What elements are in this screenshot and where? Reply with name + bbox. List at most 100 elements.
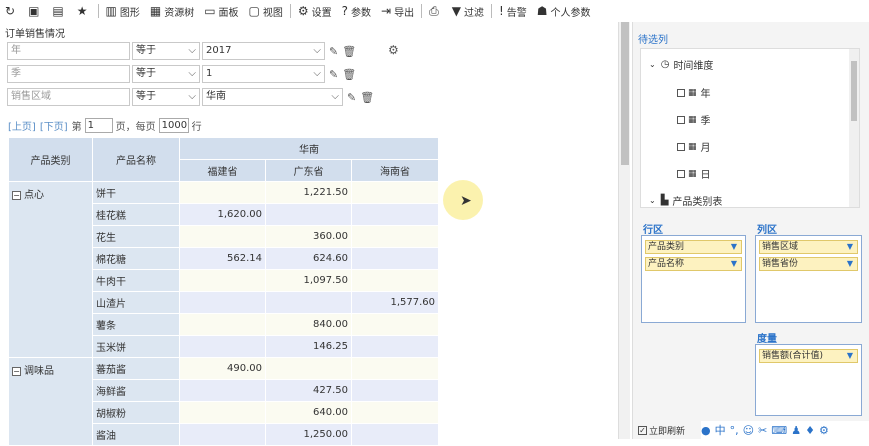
collapse-icon[interactable]: − [12, 367, 21, 376]
scrollbar-thumb[interactable] [851, 61, 857, 121]
filter-value-select[interactable]: 2017 ⌵ [202, 42, 325, 60]
filter-value-select[interactable]: 华南 ⌵ [202, 88, 343, 106]
star-button[interactable]: ★ [72, 0, 96, 22]
toolbar-button[interactable]: ! 告警 [494, 0, 532, 22]
tree-leaf-day[interactable]: ▦ 日 [677, 166, 711, 181]
keyboard-icon[interactable]: ⌨ [771, 424, 787, 437]
dropdown-icon[interactable]: ▼ [731, 258, 737, 270]
chip-label: 销售省份 [762, 259, 799, 269]
gear-icon[interactable]: ⚙ [388, 43, 399, 57]
toolbar-button[interactable]: ▥ 图形 [101, 0, 145, 22]
tree-group-product-category[interactable]: ⌄ ▙ 产品类别表 [649, 193, 722, 207]
user-icon[interactable]: ♟ [791, 424, 801, 437]
value-cell: 490.00 [179, 357, 266, 380]
chip-label: 产品名称 [648, 259, 685, 269]
value-cell: 360.00 [265, 225, 352, 248]
filter-operator-select[interactable]: 等于 ⌵ [132, 65, 200, 83]
field-panel: 待选列 ⌄ ◷ 时间维度 ▦ 年 ▦ 季 ▦ 月 ▦ 日 ⌄ ▙ 产品类别表 行区 产品… [632, 22, 869, 439]
value-cell [179, 401, 266, 424]
filter-field[interactable]: 季 [7, 65, 130, 83]
toolbar-button[interactable]: ⇥ 导出 [376, 0, 419, 22]
delete-icon[interactable]: 🗑 [342, 68, 356, 81]
row-zone[interactable]: 产品类别 ▼ 产品名称 ▼ [641, 235, 746, 323]
page-label: 第 [71, 122, 82, 133]
row-chip-category[interactable]: 产品类别 ▼ [645, 240, 742, 254]
checkbox[interactable] [677, 88, 685, 97]
scrollbar-thumb[interactable] [621, 22, 629, 165]
filter-field[interactable]: 年 [7, 42, 130, 60]
filter-operator-select[interactable]: 等于 ⌵ [132, 88, 200, 106]
save-as-button[interactable]: ▤ [47, 0, 71, 22]
product-name-cell: 饼干 [92, 181, 180, 204]
value-cell [179, 181, 266, 204]
star-icon: ★ [76, 4, 88, 18]
print-button[interactable]: ⎙ [424, 0, 447, 22]
prev-page-link[interactable]: [上页] [8, 118, 36, 133]
toolbar-button[interactable]: ? 参数 [337, 0, 376, 22]
edit-icon[interactable]: ✎ [347, 91, 356, 104]
value-cell [351, 379, 439, 402]
toolbar-button[interactable]: ⚙ 设置 [293, 0, 337, 22]
edit-icon[interactable]: ✎ [329, 45, 338, 58]
checkbox[interactable] [677, 115, 685, 124]
row-chip-name[interactable]: 产品名称 ▼ [645, 257, 742, 271]
filter-field[interactable]: 销售区域 [7, 88, 130, 106]
filter-operator-select[interactable]: 等于 ⌵ [132, 42, 200, 60]
header-region: 华南 [179, 137, 439, 160]
report-scrollbar[interactable] [618, 22, 630, 439]
save-button[interactable]: ▣ [23, 0, 47, 22]
col-zone-label: 列区 [757, 225, 777, 236]
settings-icon[interactable]: ⚙ [819, 424, 829, 437]
measure-chip-sales[interactable]: 销售额(合计值) ▼ [759, 349, 858, 363]
table-icon: ▙ [660, 195, 669, 206]
col-zone[interactable]: 销售区域 ▼ 销售省份 ▼ [755, 235, 862, 323]
tree-leaf-year[interactable]: ▦ 年 [677, 85, 711, 100]
value-cell [351, 181, 439, 204]
delete-icon[interactable]: 🗑 [360, 91, 374, 104]
edit-icon[interactable]: ✎ [329, 68, 338, 81]
per-page-input[interactable]: 1000 [158, 118, 189, 133]
toolbar-button[interactable]: ▭ 面板 [199, 0, 243, 22]
delete-icon[interactable]: 🗑 [342, 45, 356, 58]
emoji-icon[interactable]: ☺ [743, 424, 754, 437]
auto-refresh-toggle[interactable]: ✓ 立即刷新 [638, 424, 685, 437]
col-chip-region[interactable]: 销售区域 ▼ [759, 240, 858, 254]
value-cell [179, 313, 266, 336]
chevron-down-icon: ⌵ [188, 68, 196, 79]
collapse-icon[interactable]: − [12, 191, 21, 200]
chevron-down-icon: ⌵ [313, 45, 321, 56]
header-category: 产品类别 [8, 137, 93, 182]
next-page-link[interactable]: [下页] [40, 118, 68, 133]
refresh-button[interactable]: ↻ [0, 0, 23, 22]
tree-leaf-quarter[interactable]: ▦ 季 [677, 112, 711, 127]
checkbox[interactable] [677, 169, 685, 178]
chevron-down-icon: ⌵ [331, 91, 339, 102]
checkbox-checked[interactable]: ✓ [638, 426, 647, 435]
page-unit-label: 页，每页 [115, 122, 156, 133]
tree-leaf-month[interactable]: ▦ 月 [677, 139, 711, 154]
tree-group-time[interactable]: ⌄ ◷ 时间维度 [649, 57, 713, 72]
toolbar-button[interactable]: ▼ 过滤 [447, 0, 489, 22]
page-number-input[interactable]: 1 [84, 118, 113, 133]
toolbar-button[interactable]: ☗ 个人参数 [532, 0, 596, 22]
tree-scrollbar[interactable] [849, 49, 859, 207]
filter-row-year: 年 等于 ⌵ 2017 ⌵ ✎ 🗑 [7, 42, 360, 60]
punctuation-icon[interactable]: °, [730, 424, 739, 437]
ime-logo-icon[interactable]: ● [701, 424, 711, 437]
category-cell[interactable]: − 点心 [8, 181, 93, 358]
dropdown-icon[interactable]: ▼ [847, 350, 853, 362]
dropdown-icon[interactable]: ▼ [847, 241, 853, 253]
dropdown-icon[interactable]: ▼ [847, 258, 853, 270]
checkbox[interactable] [677, 142, 685, 151]
toolbar-button[interactable]: ▦ 资源树 [145, 0, 199, 22]
tools-icon[interactable]: ✂ [758, 424, 767, 437]
dropdown-icon[interactable]: ▼ [731, 241, 737, 253]
value-cell [179, 379, 266, 402]
skin-icon[interactable]: ♦ [805, 424, 815, 437]
measure-zone[interactable]: 销售额(合计值) ▼ [755, 344, 862, 416]
col-chip-province[interactable]: 销售省份 ▼ [759, 257, 858, 271]
category-cell[interactable]: − 调味品 [8, 357, 93, 446]
toolbar-button[interactable]: ▢ 视图 [244, 0, 288, 22]
filter-value-select[interactable]: 1 ⌵ [202, 65, 325, 83]
ime-mode[interactable]: 中 [715, 422, 726, 438]
